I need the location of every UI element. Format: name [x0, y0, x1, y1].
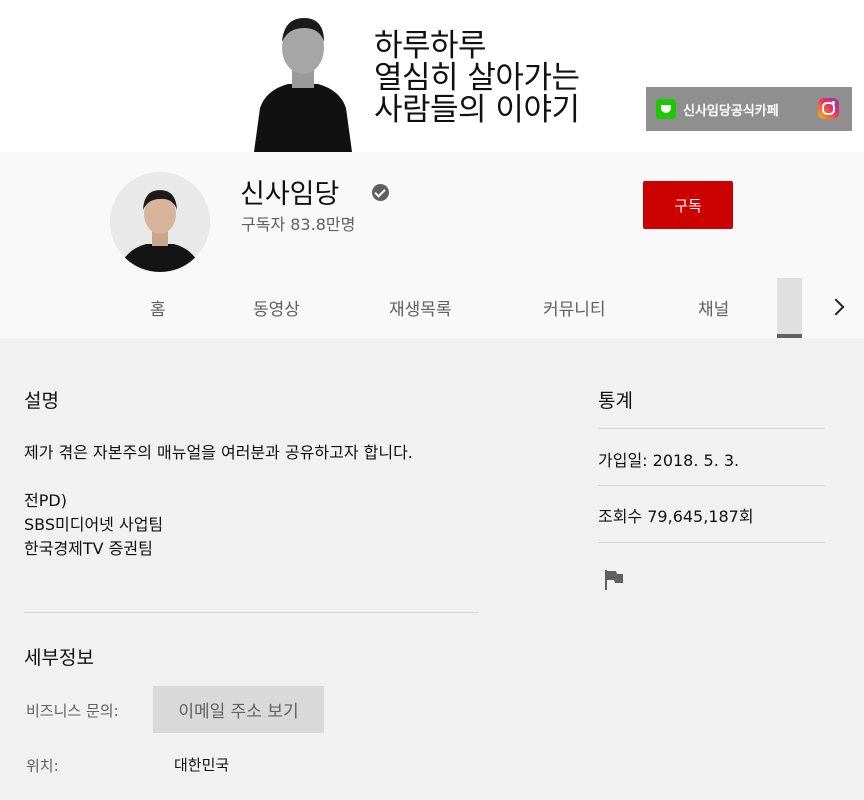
chevron-right-icon[interactable] — [827, 298, 845, 316]
business-inquiry-label: 비즈니스 문의: — [26, 702, 119, 720]
tab-home[interactable]: 홈 — [150, 295, 166, 320]
banner-line: 열심히 살아가는 — [374, 60, 580, 96]
cafe-link-label: 신사임당공식카페 — [683, 103, 779, 119]
description-title: 설명 — [24, 390, 59, 412]
divider — [598, 428, 825, 429]
channel-name: 신사임당 — [240, 179, 340, 210]
instagram-icon[interactable] — [818, 98, 839, 119]
tab-about-active[interactable] — [777, 278, 802, 338]
tab-playlists[interactable]: 재생목록 — [389, 295, 452, 320]
tab-channels[interactable]: 채널 — [698, 295, 729, 320]
channel-header: 신사임당 구독자 83.8만명 구독 홈 동영상 재생목록 커뮤니티 채널 — [0, 152, 864, 338]
subscriber-count: 구독자 83.8만명 — [241, 215, 356, 234]
joined-date: 가입일: 2018. 5. 3. — [598, 451, 740, 470]
divider — [598, 485, 825, 486]
banner-line: 사람들의 이야기 — [374, 92, 580, 128]
channel-description: 제가 겪은 자본주의 매뉴얼을 여러분과 공유하고자 합니다. 전PD) SBS… — [24, 443, 413, 558]
divider — [24, 612, 478, 613]
location-value: 대한민국 — [174, 756, 230, 774]
divider — [598, 542, 825, 543]
banner-links: 신사임당공식카페 — [646, 87, 852, 131]
banner-line: 하루하루 — [374, 28, 487, 64]
tab-community[interactable]: 커뮤니티 — [543, 295, 606, 320]
banner-slogan: 하루하루 열심히 살아가는 사람들의 이야기 — [374, 30, 580, 126]
view-count: 조회수 79,645,187회 — [598, 507, 754, 526]
subscribe-button[interactable]: 구독 — [643, 181, 733, 229]
details-title: 세부정보 — [24, 647, 94, 669]
channel-tabs: 홈 동영상 재생목록 커뮤니티 채널 — [0, 278, 864, 338]
verified-icon — [372, 184, 389, 201]
location-label: 위치: — [26, 757, 59, 775]
banner-photo — [244, 12, 362, 152]
cafe-link[interactable]: 신사임당공식카페 — [656, 99, 779, 119]
avatar[interactable] — [110, 172, 210, 272]
tab-videos[interactable]: 동영상 — [253, 295, 300, 320]
view-email-button[interactable]: 이메일 주소 보기 — [153, 686, 324, 733]
stats-title: 통계 — [598, 390, 633, 412]
channel-banner: 하루하루 열심히 살아가는 사람들의 이야기 신사임당공식카페 — [0, 0, 864, 152]
naver-cafe-icon — [656, 99, 676, 119]
flag-icon[interactable] — [604, 569, 624, 591]
